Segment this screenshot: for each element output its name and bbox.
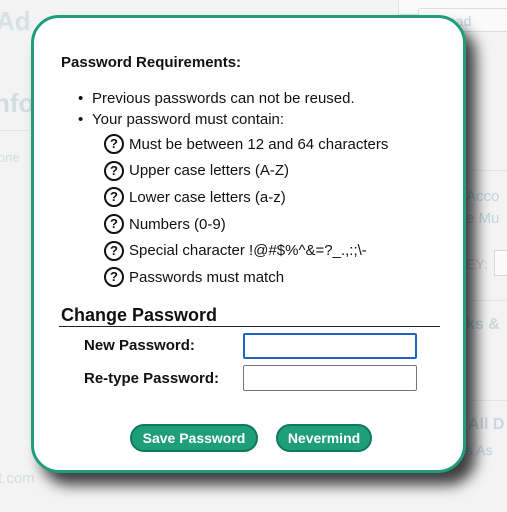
bg-account-text: Acco e Mu bbox=[466, 186, 499, 230]
help-icon[interactable]: ? bbox=[104, 267, 124, 288]
bg-link: s As bbox=[466, 442, 493, 458]
requirements-title: Password Requirements: bbox=[61, 54, 242, 71]
bg-divider bbox=[470, 170, 507, 171]
bg-key-label: EY: bbox=[466, 256, 488, 272]
new-password-label: New Password: bbox=[84, 337, 195, 354]
bg-key-input bbox=[494, 250, 507, 276]
help-icon[interactable]: ? bbox=[104, 187, 124, 208]
rule-label: Special character !@#$%^&=?_.,:;\- bbox=[129, 242, 367, 260]
help-icon[interactable]: ? bbox=[104, 240, 124, 261]
rule-label: Upper case letters (A-Z) bbox=[129, 162, 290, 180]
rule-uppercase: ? Upper case letters (A-Z) bbox=[104, 158, 388, 185]
rule-label: Must be between 12 and 64 characters bbox=[129, 135, 389, 153]
bg-url: t.com bbox=[0, 470, 35, 487]
retype-password-input[interactable] bbox=[243, 365, 417, 391]
new-password-input[interactable] bbox=[243, 333, 417, 359]
bg-acc-line: Acco bbox=[466, 188, 500, 205]
bg-mu-line: e Mu bbox=[466, 210, 500, 227]
help-icon[interactable]: ? bbox=[104, 160, 124, 181]
bg-divider bbox=[470, 400, 507, 401]
requirements-list: Previous passwords can not be reused. Yo… bbox=[78, 88, 355, 130]
bg-text: one bbox=[0, 150, 20, 165]
rule-match: ? Passwords must match bbox=[104, 264, 388, 291]
bullet-item: Previous passwords can not be reused. bbox=[78, 88, 355, 109]
bg-all-heading: All D bbox=[468, 416, 505, 433]
rule-label: Lower case letters (a-z) bbox=[129, 188, 286, 206]
rule-special: ? Special character !@#$%^&=?_.,:;\- bbox=[104, 237, 388, 264]
rule-lowercase: ? Lower case letters (a-z) bbox=[104, 184, 388, 211]
retype-password-label: Re-type Password: bbox=[84, 370, 220, 387]
save-password-button[interactable]: Save Password bbox=[130, 424, 258, 452]
password-rules: ? Must be between 12 and 64 characters ?… bbox=[104, 131, 388, 291]
bg-heading: Ad bbox=[0, 6, 31, 36]
change-password-title: Change Password bbox=[61, 305, 218, 325]
change-password-dialog: Password Requirements: Previous password… bbox=[31, 15, 466, 473]
section-divider bbox=[59, 326, 440, 327]
bg-divider bbox=[470, 300, 507, 301]
rule-numbers: ? Numbers (0-9) bbox=[104, 211, 388, 238]
help-icon[interactable]: ? bbox=[104, 134, 124, 155]
rule-length: ? Must be between 12 and 64 characters bbox=[104, 131, 388, 158]
bg-links-heading: ks & bbox=[466, 316, 500, 333]
bullet-item: Your password must contain: bbox=[78, 109, 355, 130]
nevermind-button[interactable]: Nevermind bbox=[276, 424, 372, 452]
bg-info-heading: nfo bbox=[0, 88, 35, 118]
rule-label: Numbers (0-9) bbox=[129, 215, 226, 233]
rule-label: Passwords must match bbox=[129, 268, 285, 286]
bg-divider bbox=[0, 130, 30, 131]
help-icon[interactable]: ? bbox=[104, 214, 124, 235]
